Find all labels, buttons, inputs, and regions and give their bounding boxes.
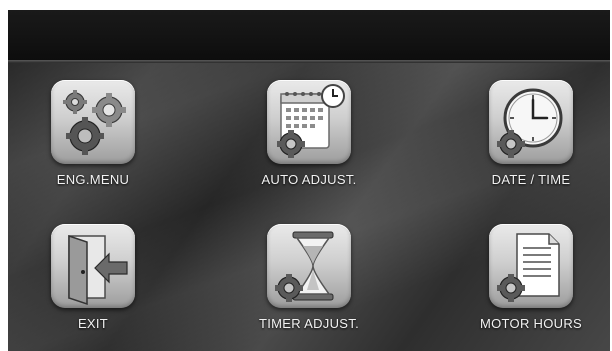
eng-menu-button[interactable] bbox=[51, 80, 135, 164]
title-bar-divider bbox=[8, 60, 610, 63]
auto-adjust-label[interactable]: AUTO ADJUST. bbox=[234, 172, 384, 187]
timer-adjust-tile[interactable]: TIMER ADJUST. bbox=[234, 224, 384, 351]
title-bar bbox=[8, 10, 610, 60]
calendar-clock-icon bbox=[277, 84, 345, 158]
auto-adjust-tile[interactable]: AUTO ADJUST. bbox=[234, 80, 384, 210]
date-time-label[interactable]: DATE / TIME bbox=[456, 172, 606, 187]
timer-adjust-button[interactable] bbox=[267, 224, 351, 308]
exit-tile[interactable]: EXIT bbox=[18, 224, 168, 351]
gears-icon bbox=[63, 90, 126, 155]
clock-icon bbox=[497, 88, 563, 158]
exit-door-icon bbox=[68, 234, 128, 306]
date-time-tile[interactable]: DATE / TIME bbox=[456, 80, 606, 210]
timer-adjust-label[interactable]: TIMER ADJUST. bbox=[234, 316, 384, 331]
date-time-button[interactable] bbox=[489, 80, 573, 164]
exit-button[interactable] bbox=[51, 224, 135, 308]
main-screen: ENG.MENU AUTO ADJUST. DATE / TIME EXIT T… bbox=[8, 10, 610, 351]
auto-adjust-button[interactable] bbox=[267, 80, 351, 164]
document-icon bbox=[497, 233, 560, 302]
motor-hours-label[interactable]: MOTOR HOURS bbox=[456, 316, 606, 331]
motor-hours-button[interactable] bbox=[489, 224, 573, 308]
exit-label[interactable]: EXIT bbox=[18, 316, 168, 331]
hourglass-icon bbox=[275, 231, 334, 302]
eng-menu-tile[interactable]: ENG.MENU bbox=[18, 80, 168, 210]
motor-hours-tile[interactable]: MOTOR HOURS bbox=[456, 224, 606, 351]
eng-menu-label[interactable]: ENG.MENU bbox=[18, 172, 168, 187]
